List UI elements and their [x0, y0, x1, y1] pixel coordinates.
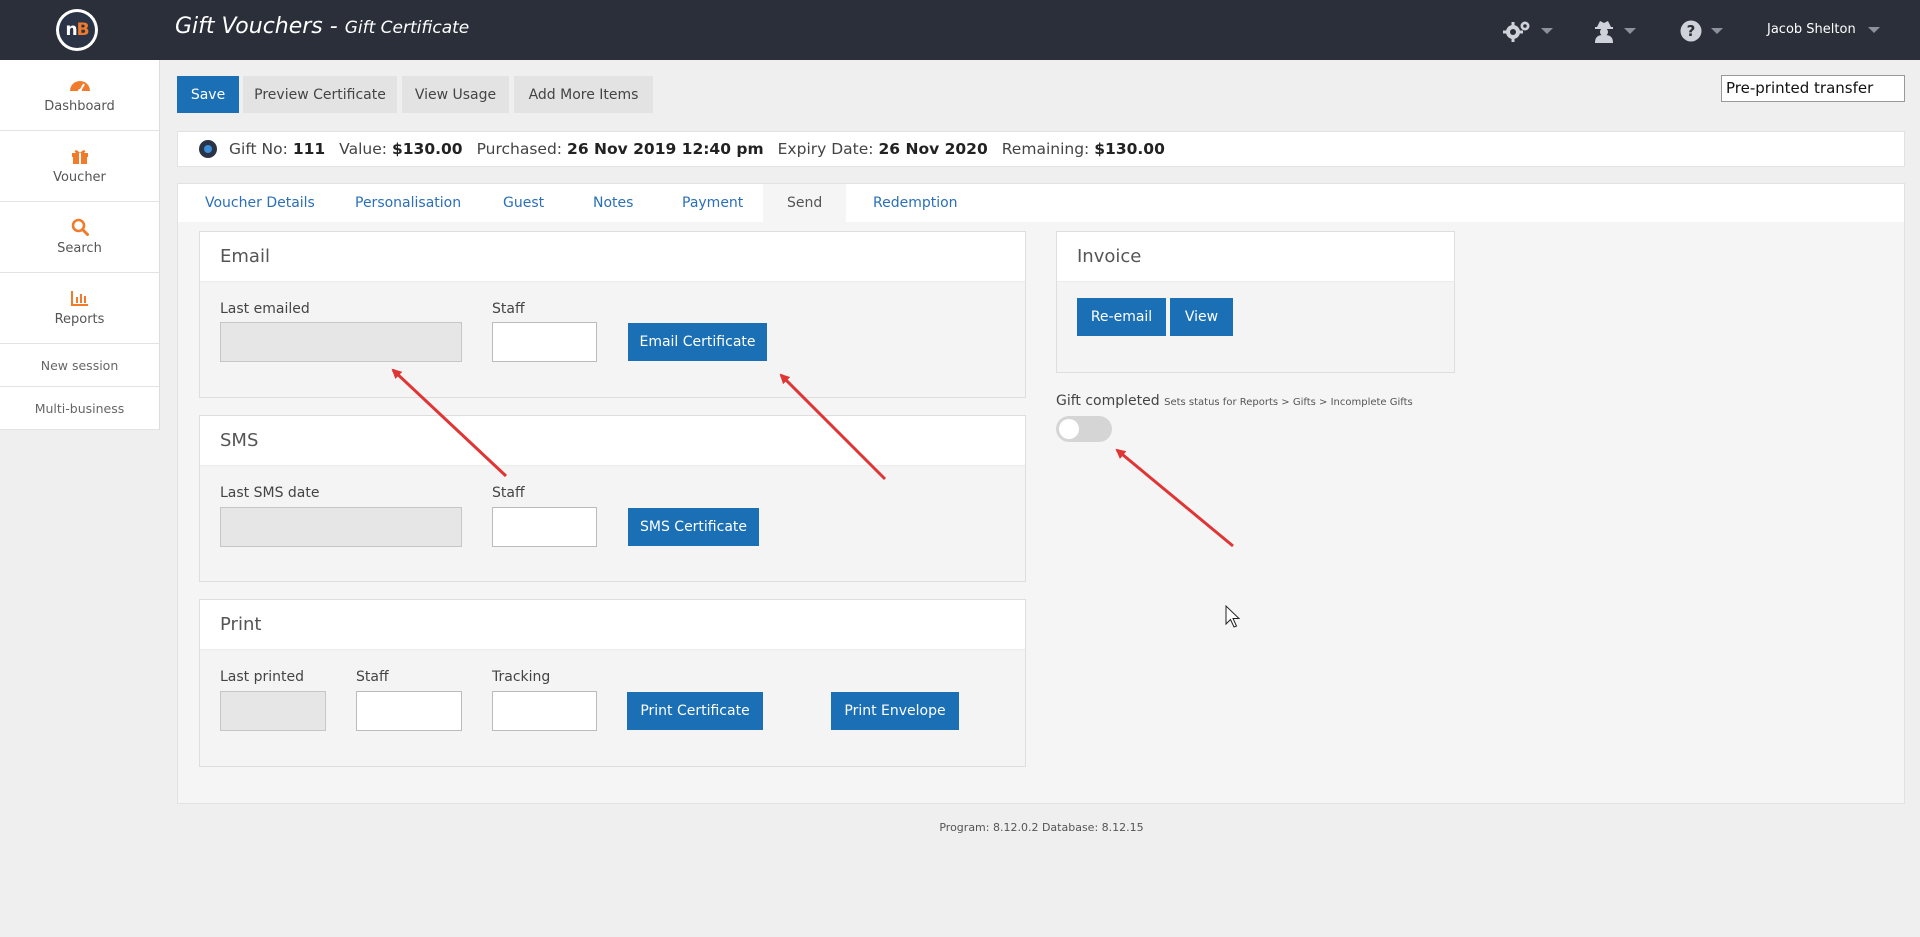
chevron-down-icon [1867, 26, 1880, 33]
purchased-label: Purchased: [476, 140, 563, 158]
gift-completed-hint: Sets status for Reports > Gifts > Incomp… [1164, 397, 1413, 408]
tab-send[interactable]: Send [763, 184, 847, 222]
tab-guest[interactable]: Guest [503, 184, 544, 222]
help-icon: ? [1680, 20, 1702, 42]
user-secret-icon [1595, 21, 1613, 43]
app-title-main: Gift Vouchers [175, 14, 323, 39]
email-certificate-button[interactable]: Email Certificate [628, 323, 767, 361]
gift-no-value: 111 [292, 140, 326, 158]
dashboard-icon [69, 76, 91, 94]
tracking-input[interactable] [492, 691, 597, 731]
email-panel-title: Email [200, 232, 1025, 282]
sms-certificate-button[interactable]: SMS Certificate [628, 508, 759, 546]
last-emailed-field [220, 322, 462, 362]
expiry-value: 26 Nov 2020 [878, 140, 988, 158]
app-title-sub: Gift Certificate [344, 18, 470, 38]
remaining-value: $130.00 [1094, 140, 1165, 158]
add-more-items-button[interactable]: Add More Items [514, 76, 653, 113]
page-title: Gift Vouchers - Gift Certificate [175, 14, 469, 39]
last-sms-field [220, 507, 462, 547]
last-emailed-label: Last emailed [220, 301, 310, 317]
bar-chart-icon [70, 289, 89, 307]
chevron-down-icon [1624, 28, 1636, 34]
sms-panel: SMS [199, 415, 1026, 582]
print-certificate-button[interactable]: Print Certificate [627, 692, 763, 730]
title-separator: - [322, 14, 345, 39]
search-icon [71, 218, 89, 236]
settings-menu[interactable] [1502, 18, 1553, 44]
expiry-label: Expiry Date: [777, 140, 874, 158]
print-panel-title: Print [200, 600, 1025, 650]
tab-notes[interactable]: Notes [593, 184, 633, 222]
sms-staff-input[interactable] [492, 507, 597, 547]
gift-no-label: Gift No: [229, 140, 288, 158]
gift-icon [71, 147, 89, 165]
sidebar-item-label: Reports [54, 312, 105, 327]
view-invoice-button[interactable]: View [1170, 298, 1233, 336]
sms-panel-title: SMS [200, 416, 1025, 466]
tab-bar: Voucher Details Personalisation Guest No… [178, 184, 1904, 222]
view-usage-button[interactable]: View Usage [402, 76, 509, 113]
value-value: $130.00 [391, 140, 463, 158]
save-button[interactable]: Save [177, 76, 239, 113]
sidebar-item-dashboard[interactable]: Dashboard [0, 60, 159, 131]
print-envelope-button[interactable]: Print Envelope [831, 692, 959, 730]
tracking-label: Tracking [492, 669, 551, 685]
svg-text:?: ? [1687, 22, 1696, 40]
invoice-panel-title: Invoice [1057, 232, 1454, 282]
delivery-method-select[interactable]: Pre-printed transfer [1721, 75, 1905, 102]
tab-redemption[interactable]: Redemption [873, 184, 958, 222]
preview-certificate-button[interactable]: Preview Certificate [243, 76, 397, 113]
sidebar: Dashboard Voucher Search Reports New ses… [0, 60, 160, 430]
email-panel: Email [199, 231, 1026, 398]
email-staff-label: Staff [492, 301, 525, 317]
gears-icon [1503, 21, 1530, 42]
last-printed-field [220, 691, 326, 731]
last-printed-label: Last printed [220, 669, 305, 685]
print-panel: Print [199, 599, 1026, 767]
chevron-down-icon [1541, 28, 1553, 34]
print-staff-label: Staff [356, 669, 389, 685]
sidebar-item-label: Voucher [53, 170, 106, 185]
logo-mark: nB [59, 12, 95, 48]
sidebar-item-voucher[interactable]: Voucher [0, 131, 159, 202]
email-staff-input[interactable] [492, 322, 597, 362]
sidebar-item-label: Search [57, 241, 102, 256]
purchased-value: 26 Nov 2019 12:40 pm [567, 140, 764, 158]
re-email-invoice-button[interactable]: Re-email [1077, 298, 1166, 336]
print-staff-input[interactable] [356, 691, 462, 731]
tab-payment[interactable]: Payment [682, 184, 743, 222]
sidebar-item-search[interactable]: Search [0, 202, 159, 273]
top-bar: nB Gift Vouchers - Gift Certificate ? Ja… [0, 0, 1920, 60]
remaining-label: Remaining: [1001, 140, 1090, 158]
sidebar-link-new-session[interactable]: New session [0, 344, 159, 387]
user-name: Jacob Shelton [1767, 22, 1856, 37]
chevron-down-icon [1711, 28, 1723, 34]
gift-info-bar: Gift No: 111 Value: $130.00 Purchased: 2… [177, 131, 1905, 167]
sidebar-item-label: Dashboard [44, 99, 115, 114]
last-sms-label: Last SMS date [220, 485, 320, 501]
tab-personalisation[interactable]: Personalisation [355, 184, 461, 222]
brand-logo-icon [199, 140, 217, 158]
help-menu[interactable]: ? [1680, 18, 1723, 44]
gift-completed-label: Gift completed [1056, 393, 1160, 409]
version-footer: Program: 8.12.0.2 Database: 8.12.15 [939, 821, 1144, 834]
sms-staff-label: Staff [492, 485, 525, 501]
staff-menu[interactable] [1593, 18, 1636, 44]
sidebar-item-reports[interactable]: Reports [0, 273, 159, 344]
user-menu[interactable]: Jacob Shelton [1767, 22, 1880, 37]
gift-completed-row: Gift completed Sets status for Reports >… [1056, 393, 1413, 409]
value-label: Value: [339, 140, 387, 158]
app-logo[interactable]: nB [56, 9, 98, 51]
gift-completed-toggle[interactable] [1056, 416, 1112, 442]
tab-voucher-details[interactable]: Voucher Details [205, 184, 315, 222]
sidebar-link-multi-business[interactable]: Multi-business [0, 387, 159, 430]
